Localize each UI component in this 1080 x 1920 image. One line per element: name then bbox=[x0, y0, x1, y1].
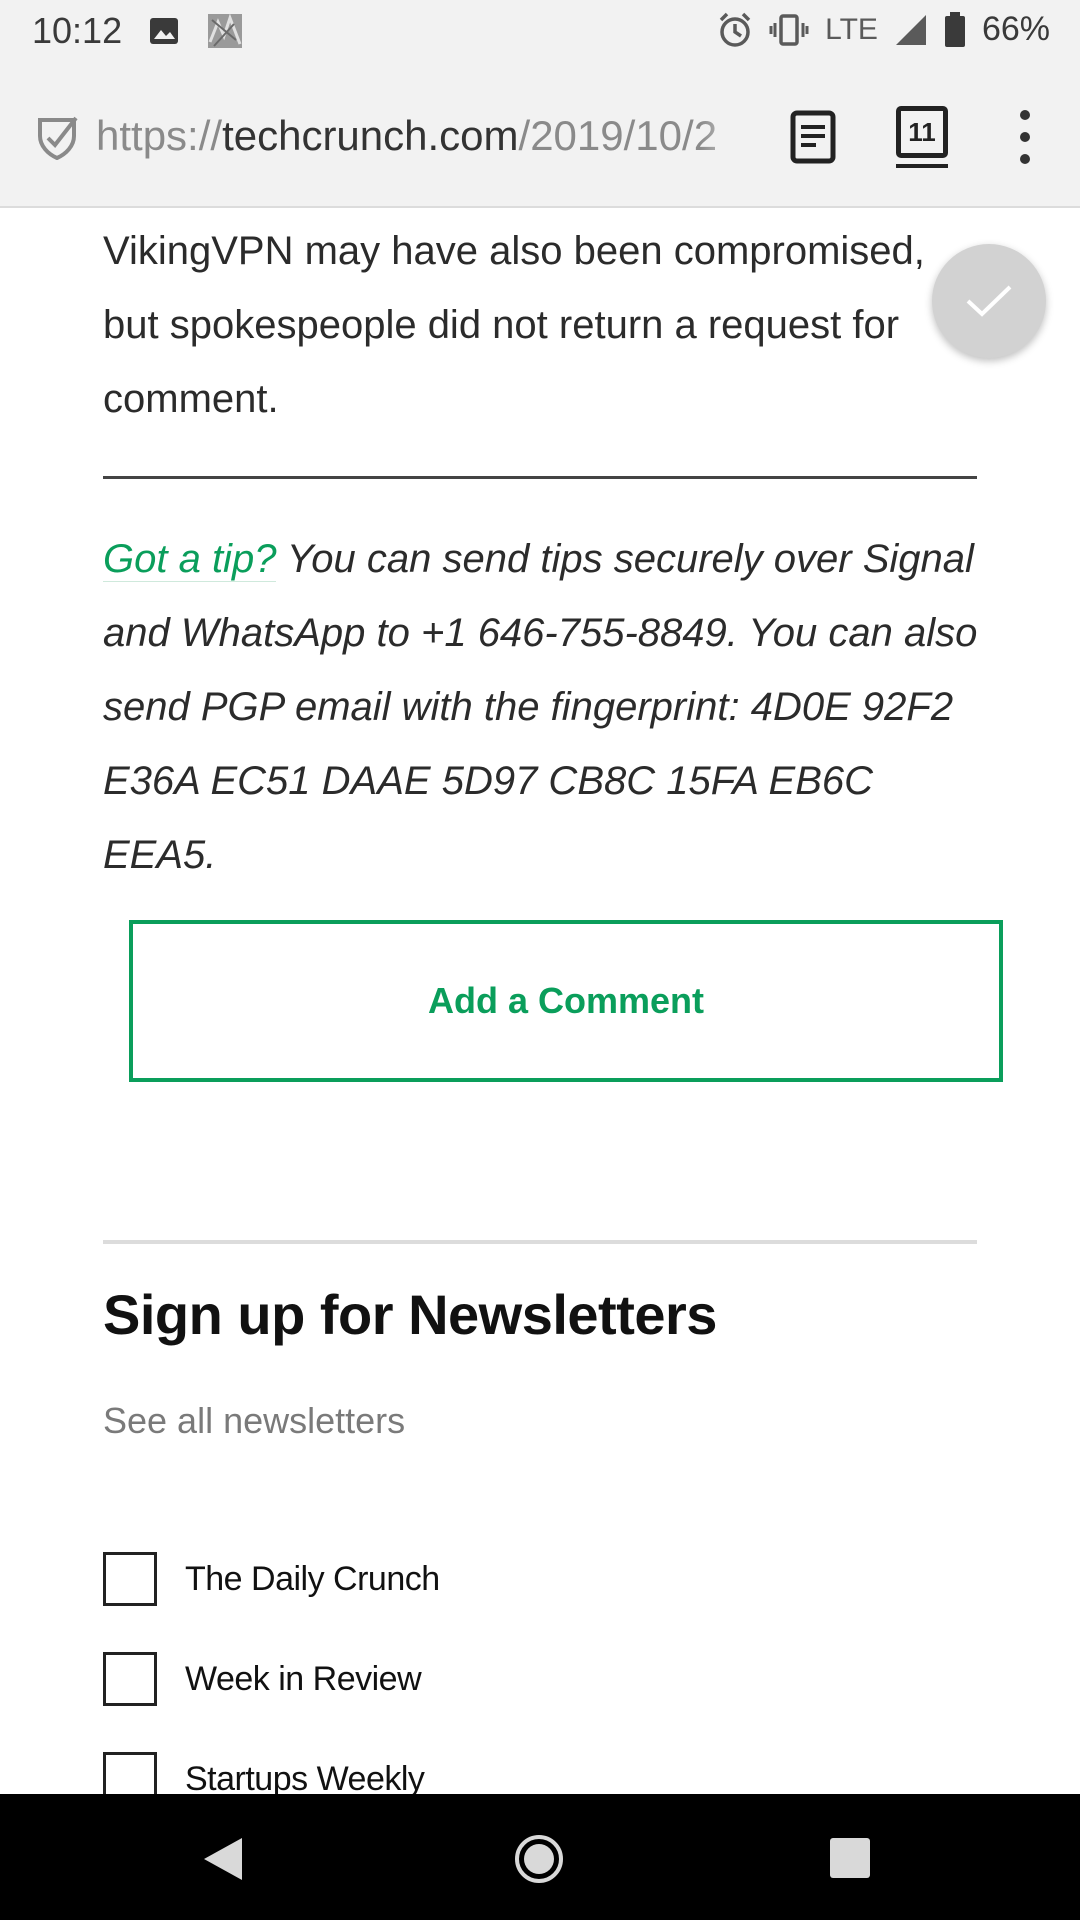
tab-switcher-button[interactable]: 11 bbox=[896, 106, 948, 158]
menu-dot bbox=[1020, 154, 1030, 164]
system-icons: LTE 66% bbox=[717, 10, 1050, 49]
checkmark-icon bbox=[966, 285, 1012, 317]
address-bar[interactable]: https://techcrunch.com/2019/10/2 bbox=[96, 108, 752, 164]
image-icon bbox=[150, 18, 178, 44]
newsletters-title: Sign up for Newsletters bbox=[103, 1283, 717, 1346]
see-all-newsletters-link[interactable]: See all newsletters bbox=[103, 1400, 405, 1442]
got-a-tip-link[interactable]: Got a tip? bbox=[103, 537, 277, 582]
lite-mode-shield-icon[interactable] bbox=[34, 114, 80, 160]
navigation-bar bbox=[0, 1794, 1080, 1920]
floating-check-button[interactable] bbox=[932, 244, 1046, 358]
alarm-icon bbox=[719, 12, 751, 47]
battery-level: 66% bbox=[981, 10, 1050, 48]
recent-apps-icon[interactable] bbox=[830, 1838, 870, 1878]
reader-mode-icon[interactable] bbox=[788, 110, 838, 164]
newsletter-label: Week in Review bbox=[185, 1659, 422, 1698]
url-path: /2019/10/2 bbox=[518, 112, 718, 159]
article-paragraph: VikingVPN may have also been compromised… bbox=[103, 229, 925, 421]
photo-thumbnail-icon bbox=[208, 13, 242, 48]
tip-text: You can send tips securely over Signal a… bbox=[103, 537, 978, 877]
divider bbox=[103, 1240, 977, 1244]
newsletter-checkbox[interactable] bbox=[103, 1752, 157, 1794]
newsletter-label: The Daily Crunch bbox=[185, 1559, 440, 1598]
signal-icon bbox=[895, 14, 926, 45]
url-scheme: https:// bbox=[96, 112, 223, 159]
newsletter-option[interactable]: Week in Review bbox=[103, 1652, 422, 1706]
add-comment-button[interactable]: Add a Comment bbox=[129, 920, 1003, 1082]
battery-icon bbox=[944, 11, 965, 47]
menu-dot bbox=[1020, 110, 1030, 120]
home-icon[interactable] bbox=[514, 1834, 564, 1884]
tip-paragraph: Got a tip? You can send tips securely ov… bbox=[103, 522, 983, 892]
vibrate-icon bbox=[769, 13, 809, 46]
browser-toolbar: https://techcrunch.com/2019/10/2 11 bbox=[0, 62, 1080, 208]
menu-dot bbox=[1020, 132, 1030, 142]
newsletter-option[interactable]: Startups Weekly bbox=[103, 1752, 425, 1795]
article-content: VikingVPN may have also been compromised… bbox=[0, 210, 1080, 1794]
newsletter-checkbox[interactable] bbox=[103, 1552, 157, 1606]
status-bar: 10:12 LTE 66% bbox=[0, 0, 1080, 62]
notification-icons bbox=[146, 12, 242, 50]
url-fade bbox=[700, 106, 756, 166]
newsletter-label: Startups Weekly bbox=[185, 1759, 425, 1795]
status-time: 10:12 bbox=[32, 10, 123, 51]
back-icon[interactable] bbox=[202, 1836, 244, 1882]
network-type: LTE bbox=[825, 12, 878, 46]
url-host: techcrunch.com bbox=[222, 112, 519, 159]
divider bbox=[103, 476, 977, 479]
newsletter-checkbox[interactable] bbox=[103, 1652, 157, 1706]
newsletter-option[interactable]: The Daily Crunch bbox=[103, 1552, 440, 1606]
tab-switcher-underline bbox=[896, 164, 948, 168]
overflow-menu-icon[interactable] bbox=[1008, 108, 1044, 168]
